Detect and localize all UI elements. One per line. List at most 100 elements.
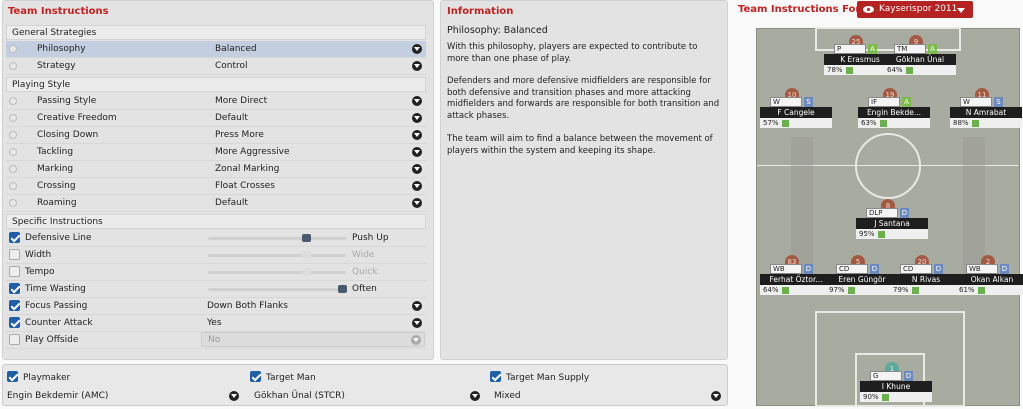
player-card[interactable]: 19 IF A Engin Bekde... 63% [858,88,930,132]
marking-row[interactable]: Marking Zonal Marking [6,161,426,178]
player-name: Engin Bekde... [858,107,930,118]
row-label: Time Wasting [25,284,86,294]
information-paragraph: Defenders and more defensive midfielders… [447,76,720,121]
player-card[interactable]: 10 W S F Cangele 57% [760,88,832,132]
general-strategies-header: General Strategies [6,25,426,40]
information-subtitle: Philosophy: Balanced [447,25,548,36]
width-checkbox[interactable] [9,249,20,260]
chevron-down-icon[interactable] [412,198,422,208]
chevron-down-icon[interactable] [411,335,421,345]
condition-value: 64% [763,286,779,294]
defensive-line-checkbox[interactable] [9,232,20,243]
player-card[interactable]: 11 W S N Amrabat 88% [950,88,1022,132]
defensive-line-row: Defensive Line Push Up [6,230,426,247]
status-icon [879,119,887,127]
philosophy-row[interactable]: Philosophy Balanced [6,41,426,58]
tempo-slider[interactable] [208,268,346,276]
tempo-checkbox[interactable] [9,266,20,277]
chevron-down-icon[interactable] [412,181,422,191]
target-man-checkbox[interactable] [250,371,261,382]
player-roles-bar: Playmaker Engin Bekdemir (AMC) Target Ma… [2,364,728,406]
player-position: G [870,371,902,381]
chevron-down-icon[interactable] [412,164,422,174]
row-value: Press More [215,130,264,140]
chevron-down-icon[interactable] [412,113,422,123]
row-value: Float Crosses [215,181,275,191]
condition-value: 90% [863,393,879,401]
radio-icon [9,97,17,105]
player-name: F Cangele [760,107,832,118]
player-card[interactable]: 8 DLP D J Santana 95% [856,199,928,243]
eye-icon [863,6,874,13]
player-duty: D [934,264,943,274]
target-man-supply-setting: Target Man Supply Mixed [486,365,726,405]
playmaker-checkbox[interactable] [7,371,18,382]
passing-style-row[interactable]: Passing Style More Direct [6,93,426,110]
time-wasting-row: Time Wasting Often [6,281,426,298]
slider-knob[interactable] [338,285,347,293]
slider-knob[interactable] [302,234,311,242]
strategy-row[interactable]: Strategy Control [6,58,426,75]
row-value: Balanced [215,44,257,54]
team-selector-dropdown[interactable]: Kayserispor 2011 [857,1,973,18]
player-card[interactable]: 9 TM A Gökhan Ünal 64% [884,35,956,79]
condition-value: 79% [893,286,909,294]
chevron-down-icon[interactable] [412,301,422,311]
status-icon [977,286,985,294]
roaming-row[interactable]: Roaming Default [6,195,426,212]
chevron-down-icon[interactable] [711,391,721,401]
counter-attack-checkbox[interactable] [9,317,20,328]
status-icon [881,393,889,401]
width-slider[interactable] [208,251,346,259]
time-wasting-checkbox[interactable] [9,283,20,294]
chevron-down-icon[interactable] [412,96,422,106]
chevron-down-icon[interactable] [412,147,422,157]
condition-value: 57% [763,119,779,127]
creative-freedom-row[interactable]: Creative Freedom Default [6,110,426,127]
closing-down-row[interactable]: Closing Down Press More [6,127,426,144]
chevron-down-icon[interactable] [412,318,422,328]
team-selector-label: Team Instructions For: [738,4,865,15]
player-position: DLP [866,208,898,218]
crossing-row[interactable]: Crossing Float Crosses [6,178,426,195]
row-label: Play Offside [25,335,79,345]
chevron-down-icon[interactable] [412,130,422,140]
radio-icon [9,199,17,207]
time-wasting-slider[interactable] [208,285,347,293]
chevron-down-icon[interactable] [412,44,422,54]
row-value: Default [215,198,248,208]
player-card[interactable]: 1 G D I Khune 90% [860,362,932,406]
play-offside-checkbox[interactable] [9,334,20,345]
focus-passing-checkbox[interactable] [9,300,20,311]
player-card[interactable]: 5 CD D Eren Güngör 97% [826,255,898,299]
slider-knob[interactable] [302,251,311,259]
player-condition: 95% [856,229,928,239]
chevron-down-icon[interactable] [412,61,422,71]
tempo-row: Tempo Quick [6,264,426,281]
chevron-down-icon[interactable] [229,391,239,401]
player-name: Eren Güngör [826,274,898,285]
radio-icon [9,131,17,139]
player-card[interactable]: 2 WB D Okan Alkan 61% [956,255,1023,299]
chevron-down-icon[interactable] [470,391,480,401]
target-man-supply-checkbox[interactable] [490,371,501,382]
condition-value: 61% [959,286,975,294]
player-condition: 63% [858,118,930,128]
slider-knob[interactable] [302,268,311,276]
player-condition: 61% [956,285,1023,295]
player-duty: S [994,97,1003,107]
setting-value: Gökhan Ünal (STCR) [254,391,345,401]
team-name: Kayserispor 2011 [879,4,958,14]
tackling-row[interactable]: Tackling More Aggressive [6,144,426,161]
defensive-line-slider[interactable] [208,234,346,242]
row-value: Control [215,61,248,71]
player-card[interactable]: 83 WB D Ferhat Öztor... 64% [760,255,832,299]
player-card[interactable]: 20 CD D N Rivas 79% [890,255,962,299]
player-position: WB [770,264,802,274]
play-offside-dropdown[interactable]: No [201,332,425,347]
status-icon [845,66,853,74]
player-duty: D [904,371,913,381]
player-name: Okan Alkan [956,274,1023,285]
status-icon [905,66,913,74]
row-label: Philosophy [37,44,86,54]
